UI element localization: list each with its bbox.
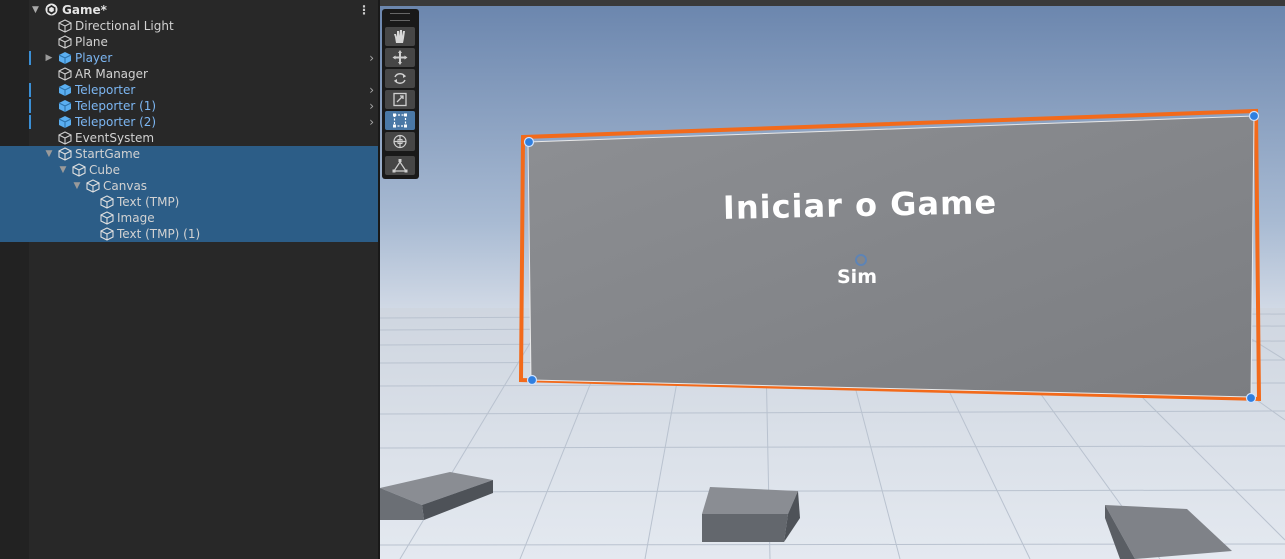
prefab-icon: [58, 84, 72, 96]
custom-tools-icon: [392, 159, 408, 173]
rect-handle-bottom-right[interactable]: [1245, 392, 1257, 404]
hierarchy-item-label: Plane: [75, 35, 108, 49]
prefab-icon: [58, 52, 72, 64]
hierarchy-item-label: StartGame: [75, 147, 141, 161]
hierarchy-item-label: Canvas: [103, 179, 148, 193]
hierarchy-item-label: Teleporter (1): [75, 99, 157, 113]
unity-logo-icon: [45, 3, 58, 16]
canvas-panel[interactable]: [527, 115, 1255, 398]
prefab-override-marker: [29, 99, 31, 113]
rect-handle-bottom-left[interactable]: [526, 374, 538, 386]
hierarchy-panel: ▼ Game* ⋮ Directional Light Plane ▶ Play…: [0, 0, 378, 559]
hierarchy-item-eventsystem[interactable]: EventSystem: [0, 130, 378, 146]
hierarchy-item-teleporter[interactable]: Teleporter ›: [0, 82, 378, 98]
prefab-override-marker: [29, 51, 31, 65]
hierarchy-item-cube[interactable]: ▼ Cube: [0, 162, 378, 178]
scene-tools-overlay: [382, 9, 419, 179]
chevron-right-icon[interactable]: ›: [369, 98, 374, 114]
hierarchy-item-ar-manager[interactable]: AR Manager: [0, 66, 378, 82]
chevron-right-icon[interactable]: ›: [369, 50, 374, 66]
hierarchy-item-image[interactable]: Image: [0, 210, 378, 226]
custom-tool-button[interactable]: [385, 156, 415, 175]
hierarchy-item-label: Teleporter (2): [75, 115, 157, 129]
hand-tool-button[interactable]: [385, 27, 415, 46]
transform-icon: [393, 134, 407, 149]
hierarchy-item-canvas[interactable]: ▼ Canvas: [0, 178, 378, 194]
hierarchy-item-label: Player: [75, 51, 113, 65]
hierarchy-item-teleporter-1[interactable]: Teleporter (1) ›: [0, 98, 378, 114]
hierarchy-item-label: Text (TMP) (1): [117, 227, 201, 241]
hierarchy-item-plane[interactable]: Plane: [0, 34, 378, 50]
prefab-override-marker: [29, 83, 31, 97]
collapse-arrow-icon[interactable]: ▼: [58, 162, 68, 178]
collapse-arrow-icon[interactable]: ▼: [44, 146, 54, 162]
rect-tool-button[interactable]: [385, 111, 415, 130]
hierarchy-item-label: Text (TMP): [117, 195, 180, 209]
hierarchy-item-label: EventSystem: [75, 131, 155, 145]
hierarchy-item-directional-light[interactable]: Directional Light: [0, 18, 378, 34]
hand-icon: [394, 30, 405, 43]
hierarchy-item-text-tmp-1[interactable]: Text (TMP) (1): [0, 226, 378, 242]
transform-tool-button[interactable]: [385, 132, 415, 151]
hierarchy-item-label: Teleporter: [75, 83, 136, 97]
hierarchy-item-label: Directional Light: [75, 19, 174, 33]
collapse-arrow-icon[interactable]: ▼: [32, 2, 39, 18]
gameobject-icon: [100, 195, 114, 209]
scene-root-row[interactable]: ▼ Game* ⋮: [0, 2, 378, 18]
teleporter-pad-center[interactable]: [702, 487, 800, 542]
scene-toolbar-strip: [380, 0, 1285, 6]
collapse-arrow-icon[interactable]: ▼: [72, 178, 82, 194]
hierarchy-item-text-tmp[interactable]: Text (TMP): [0, 194, 378, 210]
rect-handle-top-left[interactable]: [523, 136, 535, 148]
drag-handle-icon[interactable]: [390, 13, 410, 21]
rotate-tool-button[interactable]: [385, 69, 415, 88]
gameobject-icon: [72, 163, 86, 177]
chevron-right-icon[interactable]: ›: [369, 114, 374, 130]
prefab-icon: [58, 116, 72, 128]
prefab-icon: [58, 100, 72, 112]
gameobject-icon: [86, 179, 100, 193]
scale-tool-button[interactable]: [385, 90, 415, 109]
gameobject-icon: [58, 35, 72, 49]
scene-title: Game*: [62, 3, 107, 17]
hierarchy-item-label: Cube: [89, 163, 120, 177]
hierarchy-item-player[interactable]: ▶ Player ›: [0, 50, 378, 66]
gameobject-icon: [58, 19, 72, 33]
rect-handle-top-right[interactable]: [1248, 110, 1260, 122]
gameobject-icon: [58, 147, 72, 161]
prefab-override-marker: [29, 115, 31, 129]
hierarchy-item-startgame[interactable]: ▼ StartGame: [0, 146, 378, 162]
gameobject-icon: [58, 131, 72, 145]
rect-transform-icon: [393, 113, 407, 128]
move-tool-button[interactable]: [385, 48, 415, 67]
expand-arrow-icon[interactable]: ▶: [44, 50, 54, 66]
move-icon: [392, 50, 408, 65]
kebab-menu-icon[interactable]: ⋮: [358, 2, 370, 18]
chevron-right-icon[interactable]: ›: [369, 82, 374, 98]
gameobject-icon: [100, 211, 114, 225]
hierarchy-item-teleporter-2[interactable]: Teleporter (2) ›: [0, 114, 378, 130]
gameobject-icon: [58, 67, 72, 81]
canvas-button-text[interactable]: Sim: [757, 266, 957, 288]
scale-icon: [393, 92, 407, 107]
rotate-icon: [394, 73, 406, 84]
hierarchy-item-label: Image: [117, 211, 155, 225]
hierarchy-item-label: AR Manager: [75, 67, 148, 81]
gameobject-icon: [100, 227, 114, 241]
